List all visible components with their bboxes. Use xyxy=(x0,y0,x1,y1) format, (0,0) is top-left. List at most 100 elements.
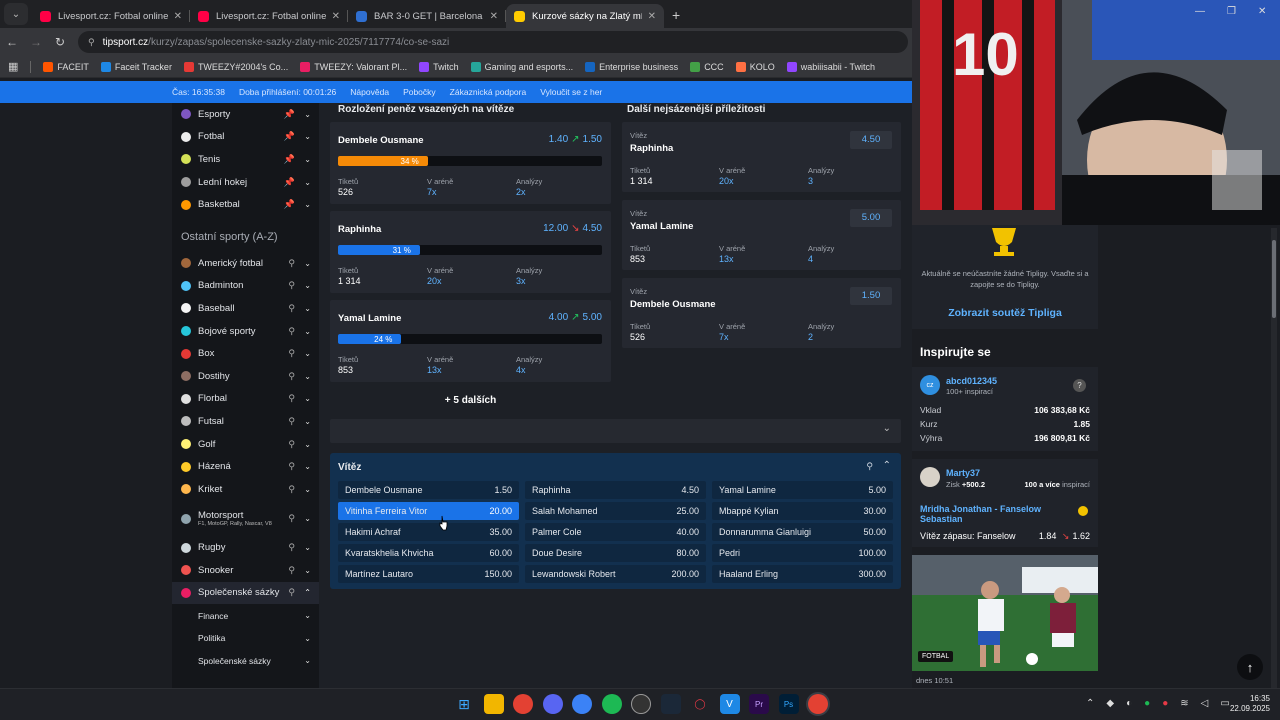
sidebar-item-americky-fotbal[interactable]: Americký fotbal ⚲ ⌄ xyxy=(172,252,319,275)
bookmark-kolo[interactable]: KOLO xyxy=(735,61,775,72)
collapse-bar[interactable]: ⌄ xyxy=(330,419,901,443)
sidebar-item-dostihy[interactable]: Dostihy ⚲ ⌄ xyxy=(172,365,319,388)
sidebar-item-esporty[interactable]: Esporty 📌 ⌄ xyxy=(172,103,319,126)
user-name[interactable]: abcd012345 xyxy=(946,376,997,386)
odds-button[interactable]: 4.50 xyxy=(850,131,892,149)
match-link[interactable]: Mridha Jonathan - Fanselow Sebastian xyxy=(920,504,1068,524)
pin-icon[interactable]: ⚲ xyxy=(288,326,295,337)
tab-close-icon[interactable]: ✕ xyxy=(490,11,498,22)
distribution-card-raphinha[interactable]: Raphinha 12.00 ↘ 4.50 31 % Tiketů 1 314 V a… xyxy=(330,211,611,293)
file-explorer-icon[interactable] xyxy=(483,694,504,714)
scroll-to-top-arrow-icon[interactable]: ↑ xyxy=(1237,654,1263,680)
bookmark-tweezy-co[interactable]: TWEEZY#2004's Co... xyxy=(183,61,288,72)
pin-icon[interactable]: ⚲ xyxy=(288,513,295,524)
distribution-card-dembele[interactable]: Dembele Ousmane 1.40 ↗ 1.50 34 % Tiketů 526… xyxy=(330,122,611,204)
steam-icon[interactable] xyxy=(660,694,681,714)
tab-close-icon[interactable]: ✕ xyxy=(174,11,182,22)
selection-yamal[interactable]: Yamal Lamine 5.00 xyxy=(712,481,893,499)
chevron-down-icon[interactable]: ⌄ xyxy=(304,349,311,358)
riot-icon[interactable]: ◯ xyxy=(690,694,710,714)
minimize-icon[interactable]: — xyxy=(1195,6,1205,17)
odds-button[interactable]: 1.50 xyxy=(850,287,892,305)
distribution-card-yamal[interactable]: Yamal Lamine 4.00 ↗ 5.00 24 % Tiketů 853 V … xyxy=(330,300,611,382)
pin-icon[interactable]: ⚲ xyxy=(288,280,295,291)
sidebar-item-florbal[interactable]: Florbal ⚲ ⌄ xyxy=(172,388,319,411)
browser-tab-4-active[interactable]: Kurzové sázky na Zlatý míč 2025 ✕ xyxy=(506,4,664,28)
spotify-icon[interactable] xyxy=(601,694,622,714)
pin-icon[interactable]: ⚲ xyxy=(288,439,295,450)
news-image[interactable]: FOTBAL xyxy=(912,555,1098,671)
pin-icon[interactable]: 📌 xyxy=(284,131,295,142)
selection-martinez[interactable]: Martínez Lautaro 150.00 xyxy=(338,565,519,583)
new-tab-plus-icon[interactable]: + xyxy=(672,7,680,23)
chevron-down-icon[interactable]: ⌄ xyxy=(304,656,311,665)
selection-vitinha-selected[interactable]: Vitinha Ferreira Vitor 20.00 xyxy=(338,502,519,520)
bookmark-faceit[interactable]: FACEIT xyxy=(43,61,89,72)
branches-link[interactable]: Pobočky xyxy=(403,87,436,97)
sidebar-subitem-spolecenske-sazky[interactable]: Společenské sázky ⌄ xyxy=(172,649,319,672)
chevron-down-icon[interactable]: ⌄ xyxy=(304,200,311,209)
bookmark-tweezy-valorant[interactable]: TWEEZY: Valorant Pl... xyxy=(300,61,407,72)
selection-raphinha[interactable]: Raphinha 4.50 xyxy=(525,481,706,499)
tray-app-icon[interactable]: ◐ xyxy=(1126,698,1132,709)
volume-icon[interactable]: ◁ xyxy=(1201,698,1209,709)
discord-icon[interactable] xyxy=(542,694,563,714)
scrollbar-thumb[interactable] xyxy=(1272,240,1276,318)
chevron-down-icon[interactable]: ⌄ xyxy=(304,440,311,449)
chevron-down-icon[interactable]: ⌄ xyxy=(304,611,311,620)
chevron-down-icon[interactable]: ⌄ xyxy=(304,462,311,471)
browser-tab-1[interactable]: Livesport.cz: Fotbal online, fotb ✕ xyxy=(32,4,190,28)
pin-icon[interactable]: 📌 xyxy=(284,154,295,165)
chevron-down-icon[interactable]: ⌄ xyxy=(304,281,311,290)
tray-app-icon[interactable]: ◆ xyxy=(1106,698,1114,709)
browser-tab-2[interactable]: Livesport.cz: Fotbal online, fotb ✕ xyxy=(190,4,348,28)
sidebar-subitem-politika[interactable]: Politika ⌄ xyxy=(172,627,319,650)
app-blue-icon[interactable] xyxy=(572,694,592,714)
sidebar-item-basketbal[interactable]: Basketbal 📌 ⌄ xyxy=(172,193,319,216)
site-info-icon[interactable]: ⚲ xyxy=(88,37,95,48)
show-more-button[interactable]: + 5 dalších xyxy=(330,395,611,406)
pin-icon[interactable]: ⚲ xyxy=(288,484,295,495)
opportunity-card-raphinha[interactable]: Vítěz Raphinha 4.50 Tiketů 1 314 V aréně 2… xyxy=(622,122,901,192)
chevron-down-icon[interactable]: ⌄ xyxy=(304,514,311,523)
chevron-down-icon[interactable]: ⌄ xyxy=(304,372,311,381)
sidebar-item-kriket[interactable]: Kriket ⚲ ⌄ xyxy=(172,478,319,501)
apps-grid-icon[interactable]: ▦ xyxy=(8,60,18,73)
selection-kvaratskhelia[interactable]: Kvaratskhelia Khvicha 60.00 xyxy=(338,544,519,562)
chevron-down-icon[interactable]: ⌄ xyxy=(304,417,311,426)
selection-doue[interactable]: Doue Desire 80.00 xyxy=(525,544,706,562)
sidebar-item-fotbal[interactable]: Fotbal 📌 ⌄ xyxy=(172,126,319,149)
sidebar-item-spolecenske-sazky[interactable]: Společenské sázky ⚲ ⌃ xyxy=(172,581,319,605)
pin-icon[interactable]: ⚲ xyxy=(288,371,295,382)
sidebar-item-tenis[interactable]: Tenis 📌 ⌄ xyxy=(172,148,319,171)
help-icon[interactable]: ? xyxy=(1073,379,1086,392)
tab-search-icon[interactable]: ⌄ xyxy=(4,3,28,25)
tray-app-icon[interactable]: ● xyxy=(1162,698,1168,709)
sidebar-item-snooker[interactable]: Snooker ⚲ ⌄ xyxy=(172,559,319,582)
opportunity-card-yamal[interactable]: Vítěz Yamal Lamine 5.00 Tiketů 853 V arén… xyxy=(622,200,901,270)
chevron-down-icon[interactable]: ⌄ xyxy=(304,543,311,552)
inspiration-card-2[interactable]: Marty37 Zisk +500.2 100 a více inspirací… xyxy=(912,459,1098,547)
browser-tab-3[interactable]: BAR 3-0 GET | Barcelona - Getaf ✕ xyxy=(348,4,506,28)
sidebar-item-futsal[interactable]: Futsal ⚲ ⌄ xyxy=(172,410,319,433)
chevron-down-icon[interactable]: ⌄ xyxy=(304,327,311,336)
pin-icon[interactable]: ⚲ xyxy=(288,587,295,598)
chevron-down-icon[interactable]: ⌄ xyxy=(304,485,311,494)
tray-app-icon[interactable]: ● xyxy=(1144,698,1150,709)
chevron-down-icon[interactable]: ⌄ xyxy=(304,110,311,119)
chevron-down-icon[interactable]: ⌄ xyxy=(304,155,311,164)
sidebar-item-badminton[interactable]: Badminton ⚲ ⌄ xyxy=(172,275,319,298)
vscode-icon[interactable]: V xyxy=(719,694,740,714)
taskbar-clock[interactable]: 16:35 22.09.2025 xyxy=(1226,694,1270,714)
chevron-down-icon[interactable]: ⌄ xyxy=(304,178,311,187)
odds-button[interactable]: 5.00 xyxy=(850,209,892,227)
tab-close-icon[interactable]: ✕ xyxy=(648,11,656,22)
pin-icon[interactable]: 📌 xyxy=(284,109,295,120)
bookmark-faceit-tracker[interactable]: Faceit Tracker xyxy=(100,61,172,72)
tipliga-link[interactable]: Zobrazit soutěž Tipliga xyxy=(912,307,1098,319)
chevron-down-icon[interactable]: ⌄ xyxy=(304,634,311,643)
bookmark-ccc[interactable]: CCC xyxy=(690,61,724,72)
pin-icon[interactable]: ⚲ xyxy=(288,542,295,553)
selection-donnarumma[interactable]: Donnarumma Gianluigi 50.00 xyxy=(712,523,893,541)
wifi-icon[interactable]: ≋ xyxy=(1180,698,1188,709)
